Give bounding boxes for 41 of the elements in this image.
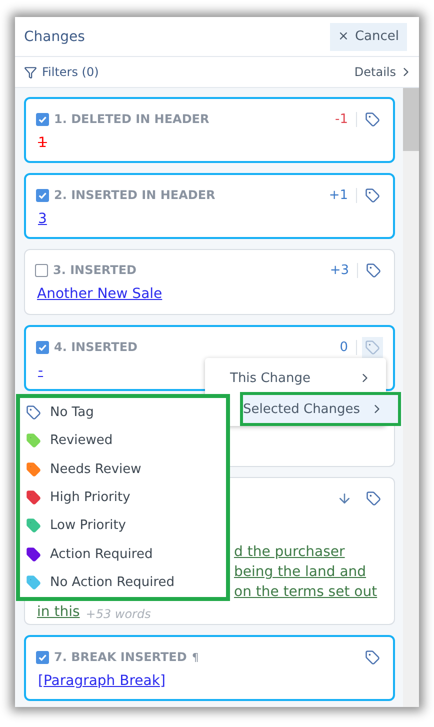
change-text: - — [37, 363, 44, 379]
checkbox[interactable] — [35, 264, 48, 276]
checkbox[interactable] — [36, 112, 49, 126]
change-title: 4. INSERTED — [54, 340, 138, 354]
change-title: 2. INSERTED IN HEADER — [54, 188, 216, 202]
change-text: Another New Sale — [36, 286, 162, 302]
tag-menu-item[interactable]: No Tag — [20, 398, 226, 426]
change-title: 1. DELETED IN HEADER — [54, 112, 210, 126]
tag-menu-item[interactable]: Low Priority — [20, 512, 226, 540]
filters-button[interactable]: Filters (0) — [24, 65, 99, 79]
tag-menu-item[interactable]: High Priority — [20, 483, 226, 512]
change-title: 3. INSERTED — [53, 263, 138, 277]
checkbox[interactable] — [36, 650, 49, 664]
filter-icon — [24, 66, 37, 78]
tag-menu-item[interactable]: Action Required — [20, 540, 226, 569]
word-count: +53 words — [86, 607, 151, 621]
checkbox[interactable] — [36, 188, 49, 202]
cancel-button[interactable]: × Cancel — [330, 22, 407, 50]
change-text: on the terms set out — [233, 584, 378, 600]
change-text: in this — [36, 604, 80, 620]
change-title: 7. BREAK INSERTED ¶ — [54, 650, 200, 664]
change-text: [Paragraph Break] — [37, 673, 166, 689]
panel-title: Changes — [24, 28, 85, 44]
change-count: +1 — [328, 188, 357, 202]
tag-menu-item[interactable]: Reviewed — [20, 426, 226, 455]
checkbox[interactable] — [36, 340, 49, 354]
arrow-down-icon — [337, 490, 352, 506]
tag-menu-item[interactable]: No Action Required — [20, 568, 226, 597]
change-text: 1 — [37, 135, 47, 151]
change-count: +3 — [330, 262, 358, 278]
scrollbar[interactable] — [403, 88, 419, 707]
change-count: -1 — [335, 112, 357, 126]
change-text: 3 — [37, 211, 47, 227]
tag-icon — [26, 404, 41, 420]
details-button[interactable]: Details — [354, 65, 413, 79]
change-text: d the purchaser — [233, 544, 345, 560]
menu-item[interactable]: This Change — [205, 364, 386, 392]
change-count: 0 — [340, 340, 357, 354]
change-text: being the land and — [233, 564, 366, 580]
tag-menu-item[interactable]: Needs Review — [20, 454, 226, 484]
menu-item[interactable]: Selected Changes — [240, 392, 401, 426]
